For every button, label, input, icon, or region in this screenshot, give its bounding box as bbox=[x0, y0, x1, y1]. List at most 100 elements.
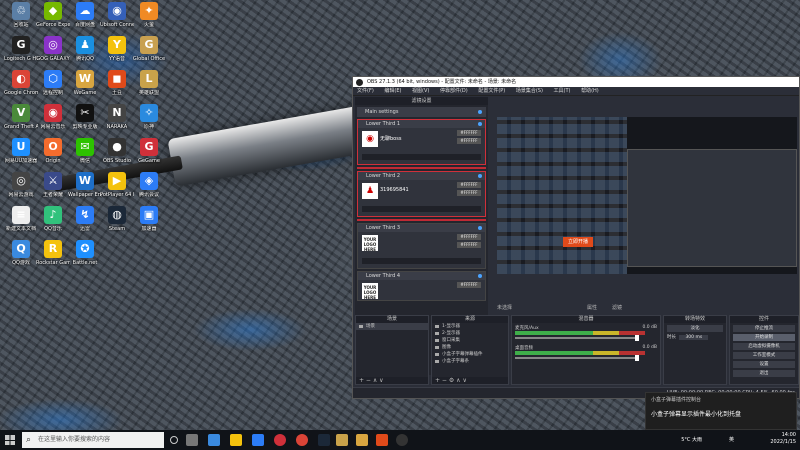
source-item[interactable]: 窗口采集 bbox=[432, 337, 508, 344]
lower-third-controls[interactable] bbox=[362, 154, 481, 160]
desktop-icon[interactable]: G Logitech G HUB bbox=[4, 36, 38, 74]
main-settings-row[interactable]: Main settings bbox=[357, 107, 486, 117]
desktop-icon[interactable]: ◼ 土豆 bbox=[100, 70, 134, 108]
menu-profile[interactable]: 配置文件(P) bbox=[478, 88, 505, 94]
netease-music-icon[interactable] bbox=[274, 434, 286, 446]
desktop-icon[interactable]: U 网易UU加速器 bbox=[4, 138, 38, 176]
studio-mode-button[interactable]: 工作室模式 bbox=[733, 352, 795, 359]
desktop-icon[interactable]: V Grand Theft Auto V bbox=[4, 104, 38, 142]
weather-widget[interactable]: 5°C 大雨 bbox=[681, 436, 702, 443]
menu-view[interactable]: 视图(V) bbox=[412, 88, 429, 94]
lower-third-text[interactable]: 无聊boss bbox=[380, 135, 401, 142]
start-recording-button[interactable]: 开始录制 bbox=[733, 334, 795, 341]
color-field[interactable]: #FFFFFF bbox=[457, 182, 481, 188]
store-icon[interactable] bbox=[252, 434, 264, 446]
color-field[interactable]: #FFFFFF bbox=[457, 138, 481, 144]
menu-scene-collection[interactable]: 场景集合(S) bbox=[516, 88, 543, 94]
clock[interactable]: 14:00 2022/1/15 bbox=[770, 432, 796, 446]
menu-edit[interactable]: 编辑(E) bbox=[384, 88, 401, 94]
desktop-icon[interactable]: R Rockstar Games bbox=[36, 240, 70, 278]
steam-icon[interactable] bbox=[318, 434, 330, 446]
wegame-icon[interactable] bbox=[356, 434, 368, 446]
desktop-icon[interactable]: ⬡ 远程控制 bbox=[36, 70, 70, 108]
menu-docks[interactable]: 停靠部件(D) bbox=[440, 88, 468, 94]
lower-third-1[interactable]: Lower Third 1 ◉ 无聊boss #FFFFFF #FFFFFF bbox=[357, 119, 486, 165]
lower-third-text[interactable]: 319695841 bbox=[380, 187, 409, 193]
desktop-icon[interactable]: ▣ 加速器 bbox=[132, 206, 166, 244]
desktop-icon[interactable]: ● OBS Studio bbox=[100, 138, 134, 176]
desktop-icon[interactable]: ✪ Battle.net bbox=[68, 240, 102, 278]
desktop-icon[interactable]: ◐ Google Chrome bbox=[4, 70, 38, 108]
desktop-icon[interactable]: ◎ 网易云游戏 bbox=[4, 172, 38, 210]
settings-button[interactable]: 设置 bbox=[733, 361, 795, 368]
volume-slider[interactable] bbox=[515, 335, 639, 341]
transition-select[interactable]: 淡化 bbox=[667, 325, 723, 332]
desktop-icon[interactable]: ⚔ 王者荣耀 bbox=[36, 172, 70, 210]
cortana-icon[interactable] bbox=[170, 436, 178, 444]
desktop-icon[interactable]: ✂ 剪映专业版 bbox=[68, 104, 102, 142]
stop-streaming-button[interactable]: 停止推流 bbox=[733, 325, 795, 332]
menu-file[interactable]: 文件(F) bbox=[357, 88, 374, 94]
scenes-toolbar[interactable]: + − ∧ ∨ bbox=[356, 377, 428, 384]
sources-toolbar[interactable]: + − ⚙ ∧ ∨ bbox=[432, 377, 508, 384]
virtual-camera-button[interactable]: 启动虚拟摄像机 bbox=[733, 343, 795, 350]
lower-third-4[interactable]: Lower Third 4 YOUR LOGO HERE #FFFFFF bbox=[357, 271, 486, 301]
edge-icon[interactable] bbox=[208, 434, 220, 446]
tudou-icon[interactable] bbox=[376, 434, 388, 446]
desktop-icon[interactable]: ☁ 百度网盘 bbox=[68, 2, 102, 40]
desktop-icon[interactable]: ◉ 网易云音乐 bbox=[36, 104, 70, 142]
properties-button[interactable]: 属性 bbox=[587, 303, 597, 313]
desktop-icon[interactable]: O Origin bbox=[36, 138, 70, 176]
source-item[interactable]: 小盒子字幕条 bbox=[432, 358, 508, 365]
desktop-icon[interactable]: L 英雄联盟 bbox=[132, 70, 166, 108]
desktop-icon[interactable]: ✧ 原神 bbox=[132, 104, 166, 142]
desktop-icon[interactable]: W Wallpaper Engine bbox=[68, 172, 102, 210]
desktop-icon[interactable]: Y YY语音 bbox=[100, 36, 134, 74]
lower-third-2[interactable]: Lower Third 2 ♟ 319695841 #FFFFFF #FFFFF… bbox=[357, 171, 486, 217]
color-field[interactable]: #FFFFFF bbox=[457, 242, 481, 248]
desktop-icon[interactable]: ♪ QQ音乐 bbox=[36, 206, 70, 244]
task-view-icon[interactable] bbox=[186, 434, 198, 446]
tray-notification[interactable]: 小盒子弹幕插件控制台 小盒子弹幕显示插件最小化到托盘 bbox=[645, 392, 797, 430]
color-field[interactable]: #FFFFFF bbox=[457, 190, 481, 196]
desktop-icon[interactable]: ◍ Steam bbox=[100, 206, 134, 244]
desktop-icon[interactable]: ◆ GeForce Experience bbox=[36, 2, 70, 40]
desktop-icon[interactable]: G Global Office bbox=[132, 36, 166, 74]
desktop-icon[interactable]: ▶ PotPlayer 64 bit bbox=[100, 172, 134, 210]
toggle-icon[interactable] bbox=[478, 274, 482, 278]
file-explorer-icon[interactable] bbox=[230, 434, 242, 446]
color-field[interactable]: #FFFFFF bbox=[457, 282, 481, 288]
preview-canvas[interactable]: 立即开播 bbox=[497, 117, 797, 274]
toggle-icon[interactable] bbox=[478, 122, 482, 126]
lower-third-3[interactable]: Lower Third 3 YOUR LOGO HERE #FFFFFF #FF… bbox=[357, 223, 486, 269]
desktop-icon[interactable]: ≡ 新建文本文档 bbox=[4, 206, 38, 244]
source-item[interactable]: 小盒子字幕弹幕插件 bbox=[432, 351, 508, 358]
toggle-icon[interactable] bbox=[478, 226, 482, 230]
menu-help[interactable]: 帮助(H) bbox=[581, 88, 599, 94]
filters-button[interactable]: 滤镜 bbox=[612, 303, 622, 313]
desktop-icon[interactable]: W WeGame bbox=[68, 70, 102, 108]
source-item[interactable]: 图像 bbox=[432, 344, 508, 351]
exit-button[interactable]: 退出 bbox=[733, 370, 795, 377]
lower-third-controls[interactable] bbox=[362, 258, 481, 264]
go-live-popup[interactable]: 立即开播 bbox=[563, 237, 593, 247]
obs-taskbar-icon[interactable] bbox=[396, 434, 408, 446]
color-field[interactable]: #FFFFFF bbox=[457, 130, 481, 136]
scene-item[interactable]: 场景 bbox=[356, 323, 428, 330]
desktop-icon[interactable]: Q QQ游戏 bbox=[4, 240, 38, 278]
toggle-icon[interactable] bbox=[478, 110, 482, 114]
windows-start-icon[interactable] bbox=[5, 435, 15, 445]
chrome-icon[interactable] bbox=[296, 434, 308, 446]
desktop-icon[interactable]: ◎ GOG GALAXY bbox=[36, 36, 70, 74]
desktop-icon[interactable]: ✦ 火萤 bbox=[132, 2, 166, 40]
duration-input[interactable]: 300 ms bbox=[679, 335, 709, 340]
toggle-icon[interactable] bbox=[478, 174, 482, 178]
desktop-icon[interactable]: ◈ 腾讯会议 bbox=[132, 172, 166, 210]
desktop-icon[interactable]: ♲ 回收站 bbox=[4, 2, 38, 40]
menu-tools[interactable]: 工具(T) bbox=[554, 88, 571, 94]
desktop-icon[interactable]: ✉ 微信 bbox=[68, 138, 102, 176]
desktop-icon[interactable]: N NARAKA bbox=[100, 104, 134, 142]
color-field[interactable]: #FFFFFF bbox=[457, 234, 481, 240]
taskbar-search-input[interactable]: 在这里输入你要搜索的内容 bbox=[22, 432, 164, 448]
source-item[interactable]: 1-显示器 bbox=[432, 323, 508, 330]
